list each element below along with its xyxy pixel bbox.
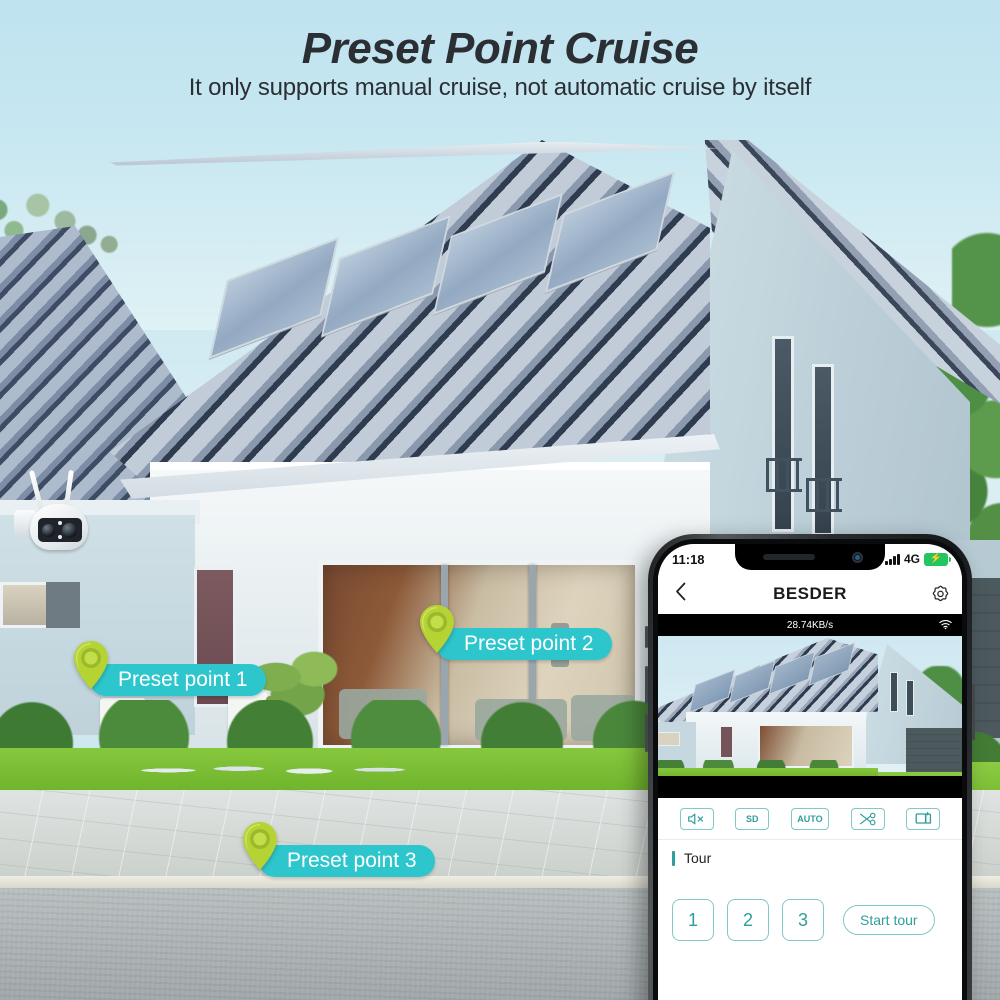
status-bar-time: 11:18 xyxy=(672,551,705,567)
settings-button[interactable] xyxy=(918,584,962,605)
map-pin-icon xyxy=(420,605,454,653)
stream-rate-bar: 28.74KB/s xyxy=(658,614,962,636)
video-scene xyxy=(658,636,962,776)
auto-button[interactable]: AUTO xyxy=(790,807,829,830)
camera-lens-housing xyxy=(38,518,82,542)
battery-charging-icon: ⚡ xyxy=(924,552,951,566)
video-front-door xyxy=(720,726,733,758)
signal-bars-icon xyxy=(885,553,900,565)
phone-volume-up-button[interactable] xyxy=(645,666,648,704)
screen-bottom-area xyxy=(658,952,962,1000)
chevron-left-icon xyxy=(675,582,685,600)
quality-label: SD xyxy=(746,813,759,824)
gear-icon xyxy=(932,585,948,601)
camera-lens xyxy=(62,523,77,538)
tour-preset-button-2[interactable]: 2 xyxy=(727,899,769,941)
banner: Preset Point Cruise It only supports man… xyxy=(0,0,1000,118)
phone-notch xyxy=(735,544,885,570)
video-letterbox xyxy=(658,776,962,798)
speaker-mute-icon xyxy=(688,813,704,824)
app-header: BESDER xyxy=(658,574,962,614)
quality-sd-button[interactable]: SD xyxy=(735,807,770,830)
auto-label: AUTO xyxy=(797,813,823,824)
balcony-railing xyxy=(766,458,802,492)
section-accent-bar xyxy=(672,850,675,866)
left-wing-window-pane xyxy=(46,582,80,628)
decorative-rocks xyxy=(130,750,450,784)
preset-point-label: Preset point 2 xyxy=(436,628,612,660)
video-window xyxy=(658,732,680,746)
front-camera-icon xyxy=(852,552,863,563)
tour-preset-button-1[interactable]: 1 xyxy=(672,899,714,941)
screenshot-icon xyxy=(915,811,931,824)
tour-section-title: Tour xyxy=(684,850,712,866)
start-tour-button[interactable]: Start tour xyxy=(843,905,935,935)
phone-screen[interactable]: 11:18 4G ⚡ BESDER 28.74KB/s SD AUTO Tour… xyxy=(658,544,962,1000)
gable-window xyxy=(772,336,794,532)
phone-volume-down-button[interactable] xyxy=(645,714,648,752)
phone-mute-switch[interactable] xyxy=(645,626,648,648)
control-toolbar: SD AUTO xyxy=(658,798,962,840)
camera-antenna xyxy=(28,470,45,512)
video-gable-window xyxy=(906,680,914,716)
tour-preset-row: 1 2 3 Start tour xyxy=(658,888,962,952)
map-pin-icon xyxy=(74,641,108,689)
snapshot-button[interactable] xyxy=(906,807,941,830)
page-headline: Preset Point Cruise xyxy=(301,24,699,73)
balcony-railing xyxy=(806,478,842,512)
bitrate-label: 28.74KB/s xyxy=(786,619,834,631)
status-bar-right: 4G ⚡ xyxy=(885,552,951,566)
page-subheadline: It only supports manual cruise, not auto… xyxy=(188,74,812,101)
phone-power-button[interactable] xyxy=(972,684,975,740)
camera-ir-led xyxy=(58,521,62,525)
preset-point-label: Preset point 3 xyxy=(259,845,435,877)
video-lawn xyxy=(658,768,878,776)
ptz-security-camera xyxy=(10,469,96,552)
preset-point-label: Preset point 1 xyxy=(90,664,266,696)
video-gable-window xyxy=(890,672,898,712)
video-garage xyxy=(906,728,962,772)
camera-ir-led xyxy=(58,535,62,539)
earpiece-speaker xyxy=(763,554,815,560)
tour-section-header: Tour xyxy=(658,841,962,875)
scissors-icon xyxy=(860,812,876,825)
tour-preset-button-3[interactable]: 3 xyxy=(782,899,824,941)
smartphone-mockup: 11:18 4G ⚡ BESDER 28.74KB/s SD AUTO Tour… xyxy=(645,534,975,1000)
page-title: BESDER xyxy=(773,584,847,603)
clip-button[interactable] xyxy=(850,807,885,830)
network-type-label: 4G xyxy=(903,552,920,566)
back-button[interactable] xyxy=(658,582,702,607)
map-pin-icon xyxy=(243,822,277,870)
camera-lens xyxy=(42,524,55,537)
live-video-preview[interactable] xyxy=(658,636,962,776)
scene-root: Preset point 1 Preset point 2 Preset poi… xyxy=(0,0,1000,1000)
wifi-icon xyxy=(939,619,952,633)
mute-button[interactable] xyxy=(679,807,714,830)
